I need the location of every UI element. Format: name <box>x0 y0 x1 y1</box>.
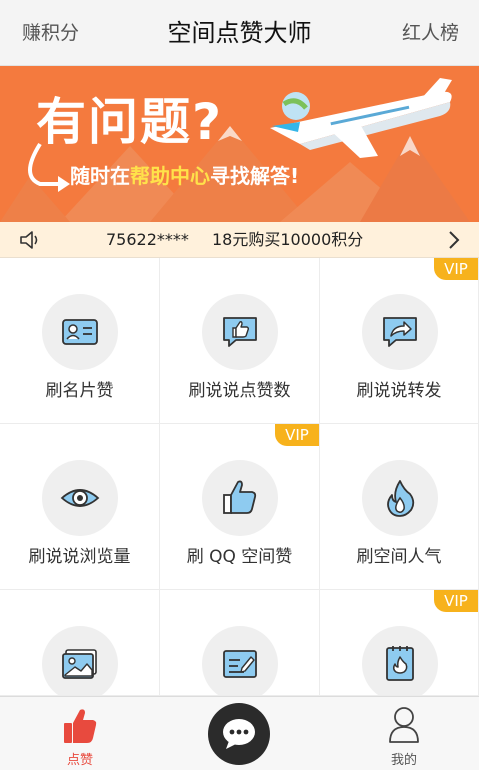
speaker-icon <box>20 231 38 249</box>
banner-sub-after: 寻找解答! <box>210 164 300 188</box>
grid-item-label: 刷 QQ 空间赞 <box>186 547 293 567</box>
grid-item-qzone-popularity[interactable]: 刷空间人气 <box>320 424 479 590</box>
grid-item-namecard-likes[interactable]: 刷名片赞 <box>0 258 160 424</box>
vip-badge: VIP <box>434 258 478 280</box>
grid-item-label: 刷空间人气 <box>356 547 442 567</box>
grid-item-label: 刷说说点赞数 <box>188 381 291 401</box>
banner-sub-highlight: 帮助中心 <box>130 164 210 188</box>
nav-mine-label: 我的 <box>390 753 417 768</box>
help-banner[interactable]: 有问题? 随时在帮助中心寻找解答! <box>0 66 479 222</box>
fire-card-icon <box>386 646 414 681</box>
vip-badge: VIP <box>434 590 478 612</box>
edit-note-icon <box>223 650 257 678</box>
nav-like-tab[interactable]: 点赞 <box>30 697 130 770</box>
chat-bubble-icon <box>223 719 255 749</box>
grid-item-label: 刷说说浏览量 <box>28 547 131 567</box>
share-bubble-icon <box>383 317 417 347</box>
nav-like-label: 点赞 <box>66 753 93 768</box>
feature-grid: 刷名片赞 刷说说点赞数 VIP 刷说说转发 刷说说浏览量 VIP 刷 QQ 空间… <box>0 258 479 696</box>
icon-circle <box>202 294 278 370</box>
icon-circle <box>202 460 278 536</box>
leaderboard-link[interactable]: 红人榜 <box>402 0 459 66</box>
banner-sub-before: 随时在 <box>70 164 130 188</box>
icon-circle <box>362 294 438 370</box>
eye-icon <box>60 489 100 507</box>
icon-circle <box>202 626 278 695</box>
icon-circle <box>42 626 118 695</box>
flame-icon <box>387 480 415 517</box>
grid-item-label: 刷说说转发 <box>356 381 442 401</box>
grid-item-photo[interactable] <box>0 590 160 696</box>
grid-item-edit[interactable] <box>160 590 320 696</box>
thumbs-up-bubble-icon <box>223 317 257 347</box>
grid-item-post-views[interactable]: 刷说说浏览量 <box>0 424 160 590</box>
top-header: 赚积分 空间点赞大师 红人榜 <box>0 0 479 66</box>
chat-button[interactable] <box>208 703 270 765</box>
notice-message: 18元购买10000积分 <box>212 230 364 249</box>
photo-icon <box>62 649 97 679</box>
grid-item-qzone-likes[interactable]: VIP 刷 QQ 空间赞 <box>160 424 320 590</box>
banner-subtitle: 随时在帮助中心寻找解答! <box>70 160 299 189</box>
banner-headline: 有问题? <box>36 93 224 151</box>
bottom-nav: 点赞 我的 <box>0 696 479 770</box>
purchase-notice-bar[interactable]: 75622**** 18元购买10000积分 <box>0 222 479 258</box>
nav-mine-tab[interactable]: 我的 <box>354 697 454 770</box>
chevron-right-icon[interactable] <box>447 230 461 250</box>
grid-item-post-likes[interactable]: 刷说说点赞数 <box>160 258 320 424</box>
icon-circle <box>42 294 118 370</box>
grid-item-post-shares[interactable]: VIP 刷说说转发 <box>320 258 479 424</box>
notice-user: 75622**** <box>106 230 189 249</box>
thumbs-up-icon <box>64 709 97 743</box>
icon-circle <box>362 460 438 536</box>
id-card-icon <box>62 319 98 345</box>
user-icon <box>389 707 419 743</box>
icon-circle <box>42 460 118 536</box>
thumbs-up-icon <box>223 480 257 514</box>
grid-item-label: 刷名片赞 <box>45 381 114 401</box>
icon-circle <box>362 626 438 695</box>
vip-badge: VIP <box>275 424 319 446</box>
grid-item-fire-card[interactable]: VIP <box>320 590 479 696</box>
